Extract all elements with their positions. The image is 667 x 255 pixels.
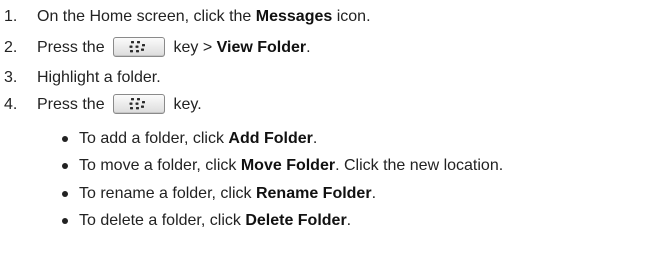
step-number: 1. bbox=[4, 8, 18, 25]
bullet-text: To delete a folder, click Delete Folder. bbox=[79, 212, 352, 229]
delete-folder-label: Delete Folder bbox=[245, 212, 347, 229]
bullet-dot bbox=[62, 136, 68, 142]
step-number: 3. bbox=[4, 69, 18, 86]
bullet-dot bbox=[62, 218, 68, 224]
move-folder-label: Move Folder bbox=[240, 157, 336, 174]
instruction-document: 1. On the Home screen, click the Message… bbox=[0, 0, 667, 255]
bullet-text: To move a folder, click Move Folder. Cli… bbox=[79, 157, 504, 174]
step-number: 4. bbox=[4, 96, 18, 113]
bullet-dot bbox=[62, 191, 68, 197]
bullet-dot bbox=[62, 163, 68, 169]
view-folder-label: View Folder bbox=[216, 39, 307, 56]
messages-label: Messages bbox=[255, 8, 333, 25]
add-folder-label: Add Folder bbox=[228, 130, 313, 147]
step-number: 2. bbox=[4, 39, 18, 56]
step-text: Press the key. bbox=[37, 92, 202, 118]
step-text: On the Home screen, click the Messages i… bbox=[37, 8, 371, 25]
blackberry-menu-key-icon bbox=[113, 93, 166, 114]
blackberry-menu-key-icon bbox=[113, 36, 166, 57]
step-text: Highlight a folder. bbox=[37, 69, 161, 86]
step-text: Press the key > View Folder. bbox=[37, 35, 311, 61]
rename-folder-label: Rename Folder bbox=[255, 185, 372, 202]
bullet-text: To rename a folder, click Rename Folder. bbox=[79, 185, 377, 202]
bullet-text: To add a folder, click Add Folder. bbox=[79, 130, 318, 147]
